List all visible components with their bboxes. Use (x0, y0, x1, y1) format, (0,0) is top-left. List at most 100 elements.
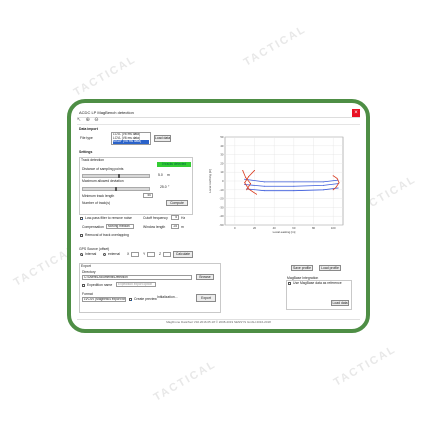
gps-calculate-button[interactable]: Calculate (173, 251, 193, 258)
slider-thumb[interactable] (115, 187, 117, 191)
series-point (245, 176, 247, 178)
gps-y-label: Y (143, 252, 146, 256)
track-plot[interactable]: 0 20 40 60 80 10050403020100-10-20-30-40-50Lo… (207, 133, 347, 241)
y-tick-label: 50 (220, 135, 224, 139)
y-tick-label: -40 (219, 214, 223, 218)
lowpass-label: Low-pass filter to remove noise (85, 216, 132, 220)
series-point (248, 176, 250, 178)
load-profile-button[interactable]: Load profile (319, 265, 341, 271)
series-point (293, 185, 295, 187)
gps-internal-label: Internal (85, 252, 97, 256)
sampling-distance-label: Distance of sampling points (82, 167, 124, 171)
window-length-input[interactable]: 25 (171, 224, 179, 229)
create-preview-checkbox[interactable] (129, 298, 132, 301)
compensation-label: Compensation (82, 225, 104, 229)
use-magbase-checkbox[interactable] (288, 282, 291, 285)
sampling-distance-unit: m (167, 173, 170, 177)
status-badge: 0 tracks detected (157, 162, 191, 167)
series-point (255, 193, 257, 195)
series-point (263, 181, 265, 183)
gps-external-radio[interactable] (103, 253, 106, 256)
removal-overlap-label: Removal of track overlapping (85, 233, 129, 237)
initialization-text: Initialization... (157, 295, 178, 299)
gps-z-input[interactable] (163, 252, 171, 257)
gps-x-input[interactable] (131, 252, 139, 257)
expedition-input[interactable]: Expedition export option (116, 282, 156, 287)
magbase-load-data-button[interactable]: Load data (331, 300, 349, 306)
x-tick-label: 0 (234, 226, 236, 230)
file-type-label: File type (80, 136, 93, 140)
x-axis-label: Local easting [m] (273, 230, 296, 234)
save-profile-button[interactable]: Save profile (291, 265, 313, 271)
series-point (246, 189, 248, 191)
cutoff-input[interactable]: 5 (171, 215, 179, 220)
pointer-icon[interactable]: ↖ (77, 117, 81, 123)
use-magbase-label: Use MagBase data as reference (293, 281, 342, 285)
load-data-button[interactable]: Load data (154, 135, 171, 142)
toolbar: ↖ ⊕ ⊖ (77, 117, 360, 125)
compensation-select[interactable]: Moving median (106, 224, 134, 229)
series-point (244, 178, 246, 180)
slider-thumb[interactable] (118, 174, 121, 178)
status-bar: MagDrone DataTool V32.2016.05.18 © 2008-… (77, 319, 360, 325)
y-tick-label: 40 (220, 144, 224, 148)
format-label: Format (82, 292, 93, 296)
num-tracks-label: Number of track(s) (82, 201, 111, 205)
directory-label: Directory (82, 270, 96, 274)
close-icon[interactable]: × (352, 109, 360, 117)
zoom-out-icon[interactable]: ⊖ (94, 117, 98, 123)
series-point (293, 190, 295, 192)
y-axis-label: Local northing [m] (208, 169, 212, 193)
x-tick-label: 20 (253, 226, 257, 230)
series-point (250, 183, 252, 185)
max-deviation-slider[interactable] (82, 187, 150, 191)
file-type-option-selected[interactable]: MSDF (V6 ms data) (113, 140, 149, 144)
y-tick-label: 0 (222, 179, 224, 183)
max-deviation-value: 25.0 (160, 185, 167, 189)
series-point (263, 185, 265, 187)
compute-button[interactable]: Compute (166, 200, 188, 206)
watermark-text: TACTICAL (71, 53, 139, 99)
gps-z-label: Z (159, 252, 162, 256)
x-tick-label: 80 (312, 226, 316, 230)
min-track-length-input[interactable]: 50 (143, 193, 153, 198)
series-point (248, 188, 250, 190)
expedition-label: Expedition name (87, 283, 113, 287)
settings-label: Settings (79, 150, 93, 154)
file-type-list[interactable]: LCVL (V6 ms data) LCVL (V6 ms data) MSDF… (111, 132, 151, 145)
y-tick-label: -20 (219, 197, 223, 201)
series-point (336, 177, 338, 179)
cutoff-unit: Hz (181, 216, 186, 220)
expedition-checkbox[interactable] (82, 284, 85, 287)
gps-y-input[interactable] (147, 252, 155, 257)
min-track-length-label: Minimum track length (82, 194, 115, 198)
browse-button[interactable]: Browse (196, 274, 214, 280)
gps-x-label: X (127, 252, 130, 256)
export-label: Export (81, 264, 91, 268)
export-button[interactable]: Export (196, 294, 216, 302)
sampling-distance-slider[interactable] (82, 174, 150, 178)
removal-overlap-checkbox[interactable] (80, 234, 83, 237)
lowpass-checkbox[interactable] (80, 217, 83, 220)
x-tick-label: 100 (331, 226, 336, 230)
series-point (242, 169, 244, 171)
series-point (335, 186, 337, 188)
gps-external-label: external (108, 252, 121, 256)
gps-internal-radio[interactable] (80, 253, 83, 256)
watermark-text: TACTICAL (151, 358, 219, 404)
series-point (338, 182, 340, 184)
series-point (254, 169, 255, 171)
series-point (322, 189, 324, 191)
watermark-text: TACTICAL (241, 23, 309, 69)
directory-input[interactable]: C:\Users\Documents\Detection (82, 275, 192, 280)
export-group (79, 263, 221, 313)
zoom-in-icon[interactable]: ⊕ (86, 117, 90, 123)
format-select[interactable]: LVCSV (Magnetic4 export format) (82, 297, 126, 302)
y-tick-label: 20 (220, 161, 224, 165)
track-detection-label: Track detection (81, 158, 105, 162)
cutoff-label: Cutoff frequency (143, 216, 168, 220)
y-tick-label: 10 (220, 170, 224, 174)
series-point (332, 189, 334, 191)
window-length-unit: m (181, 225, 184, 229)
series-point (244, 184, 246, 186)
